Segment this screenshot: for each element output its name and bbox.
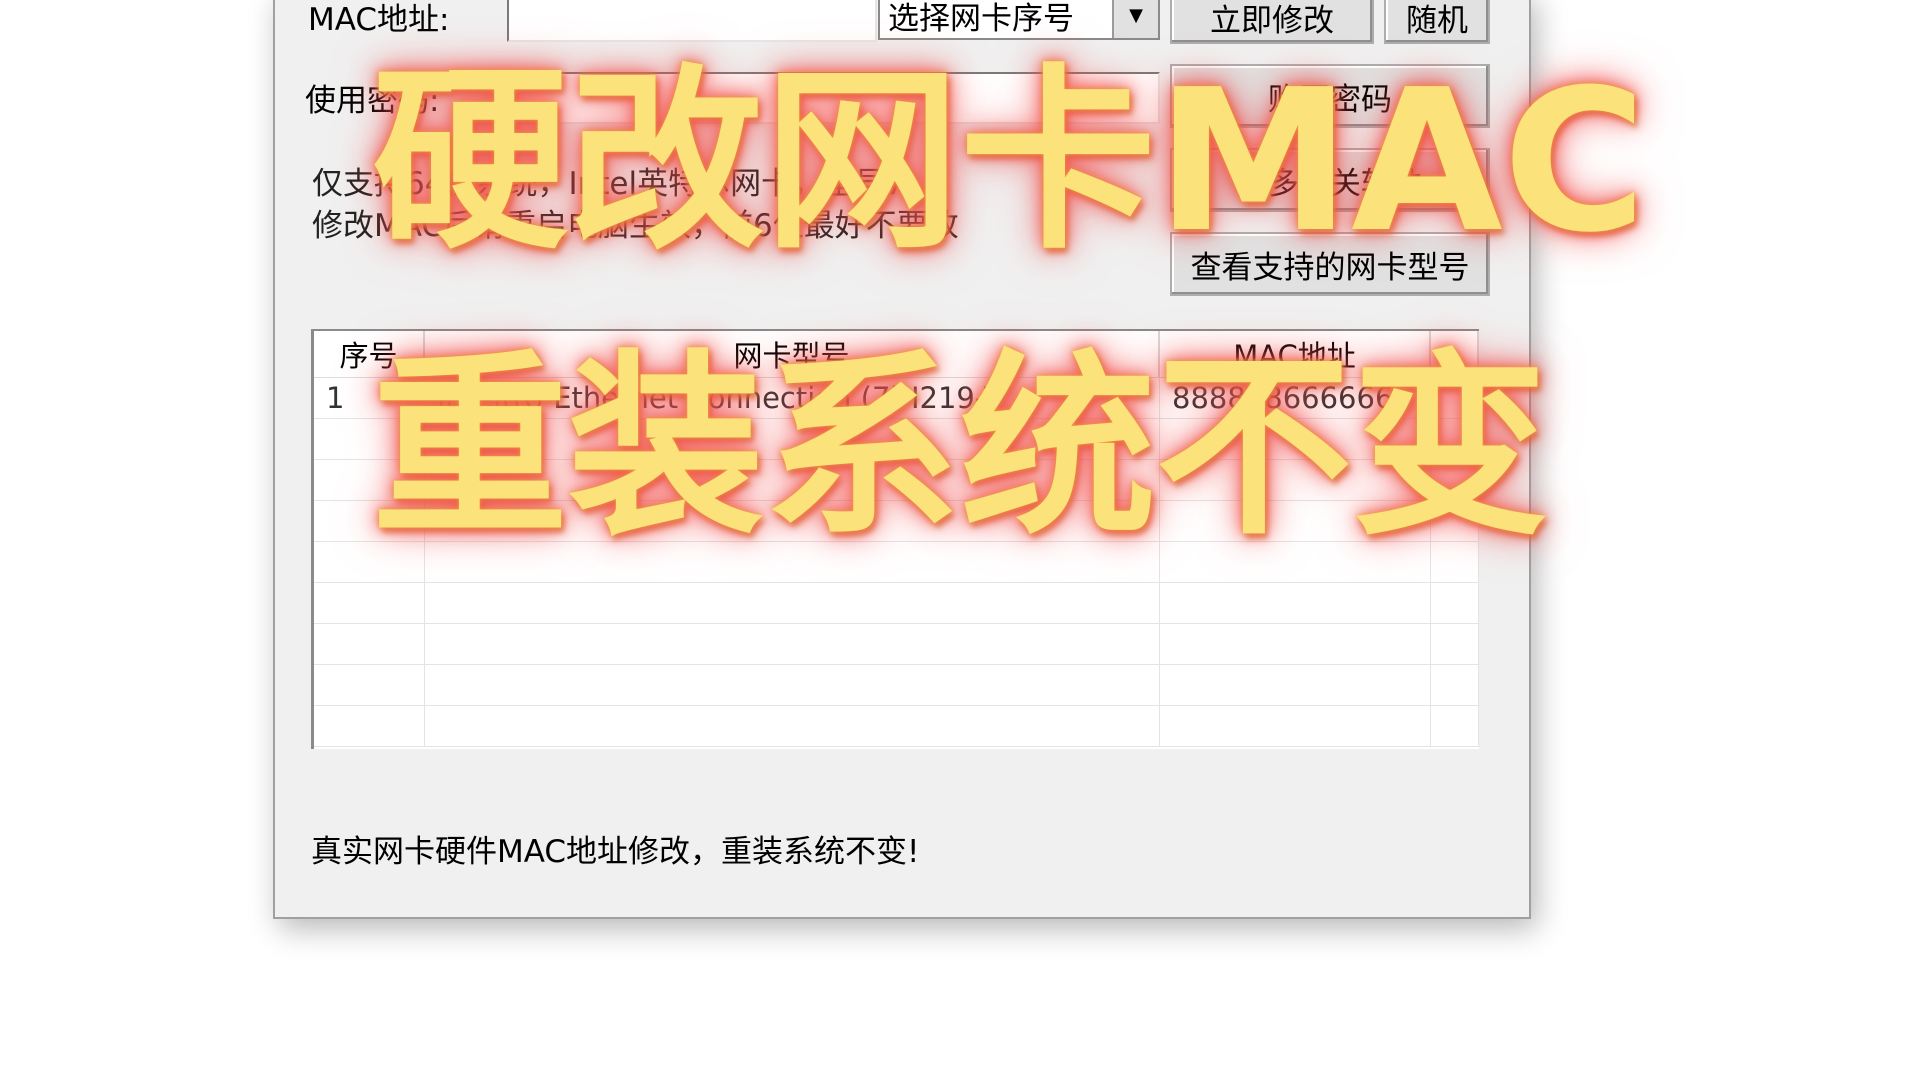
column-header-index[interactable]: 序号 (314, 331, 425, 377)
table-row-empty[interactable] (314, 665, 1479, 706)
empty-cell (425, 583, 1160, 623)
empty-cell (314, 706, 425, 746)
empty-cell (1160, 624, 1431, 664)
mac-address-input[interactable] (507, 0, 877, 42)
empty-cell (425, 419, 1160, 459)
cell-model: Intel(R) Ethernet Connection (7) I219-V (425, 378, 1160, 418)
empty-cell (314, 583, 425, 623)
nic-select-dropdown[interactable]: 选择网卡序号 ▼ (878, 0, 1160, 40)
column-header-extra[interactable] (1431, 331, 1479, 377)
empty-cell (1431, 624, 1479, 664)
table-row-empty[interactable] (314, 501, 1479, 542)
empty-cell (1160, 501, 1431, 541)
mac-changer-window: MAC地址: 选择网卡序号 ▼ 立即修改 随机 使用密码: 购买密码 仅支持64… (273, 0, 1531, 919)
empty-cell (425, 665, 1160, 705)
empty-cell (1431, 419, 1479, 459)
table-row-empty[interactable] (314, 624, 1479, 665)
password-input[interactable] (507, 72, 1160, 124)
empty-cell (1160, 542, 1431, 582)
empty-cell (425, 501, 1160, 541)
mac-address-label: MAC地址: (308, 2, 450, 38)
empty-cell (1431, 542, 1479, 582)
table-row-empty[interactable] (314, 460, 1479, 501)
empty-cell (1431, 460, 1479, 500)
empty-cell (425, 460, 1160, 500)
column-header-model[interactable]: 网卡型号 (425, 331, 1160, 377)
empty-cell (314, 460, 425, 500)
supported-models-button[interactable]: 查看支持的网卡型号 (1170, 232, 1490, 296)
empty-cell (314, 501, 425, 541)
nic-list[interactable]: 序号 网卡型号 MAC地址 1 Intel(R) Ethernet Connec… (311, 329, 1479, 749)
chevron-down-icon[interactable]: ▼ (1112, 0, 1158, 38)
table-row-empty[interactable] (314, 419, 1479, 460)
empty-cell (425, 624, 1160, 664)
empty-cell (1431, 501, 1479, 541)
cell-index: 1 (314, 378, 425, 418)
empty-cell (425, 542, 1160, 582)
cell-extra (1431, 378, 1479, 418)
more-software-button[interactable]: 更多相关软件 (1170, 148, 1490, 212)
empty-cell (1160, 583, 1431, 623)
random-mac-button[interactable]: 随机 (1384, 0, 1490, 44)
password-label: 使用密码: (305, 83, 440, 119)
empty-cell (314, 665, 425, 705)
column-header-mac[interactable]: MAC地址 (1160, 331, 1431, 377)
empty-cell (1431, 665, 1479, 705)
nic-select-value: 选择网卡序号 (888, 0, 1074, 37)
empty-cell (1431, 583, 1479, 623)
empty-cell (314, 542, 425, 582)
empty-cell (425, 706, 1160, 746)
table-row[interactable]: 1 Intel(R) Ethernet Connection (7) I219-… (314, 378, 1479, 419)
empty-cell (314, 624, 425, 664)
empty-cell (1160, 460, 1431, 500)
table-row-empty[interactable] (314, 583, 1479, 624)
empty-cell (1160, 665, 1431, 705)
empty-cell (1160, 706, 1431, 746)
status-text: 真实网卡硬件MAC地址修改，重装系统不变! (311, 834, 920, 870)
screenshot-stage: MAC地址: 选择网卡序号 ▼ 立即修改 随机 使用密码: 购买密码 仅支持64… (0, 0, 1920, 1080)
cell-mac: 888888666666 (1160, 378, 1431, 418)
apply-mac-button[interactable]: 立即修改 (1170, 0, 1374, 44)
empty-cell (314, 419, 425, 459)
nic-list-header: 序号 网卡型号 MAC地址 (314, 331, 1479, 378)
buy-password-button[interactable]: 购买密码 (1170, 64, 1490, 128)
table-row-empty[interactable] (314, 542, 1479, 583)
empty-cell (1431, 706, 1479, 746)
hint-line-1: 仅支持64位系统，Intel英特尔网卡，型号7 (312, 166, 905, 202)
table-row-empty[interactable] (314, 706, 1479, 747)
hint-line-2: 修改MAC后请重启电脑生效，前6位最好不要改 (312, 208, 959, 244)
empty-cell (1160, 419, 1431, 459)
